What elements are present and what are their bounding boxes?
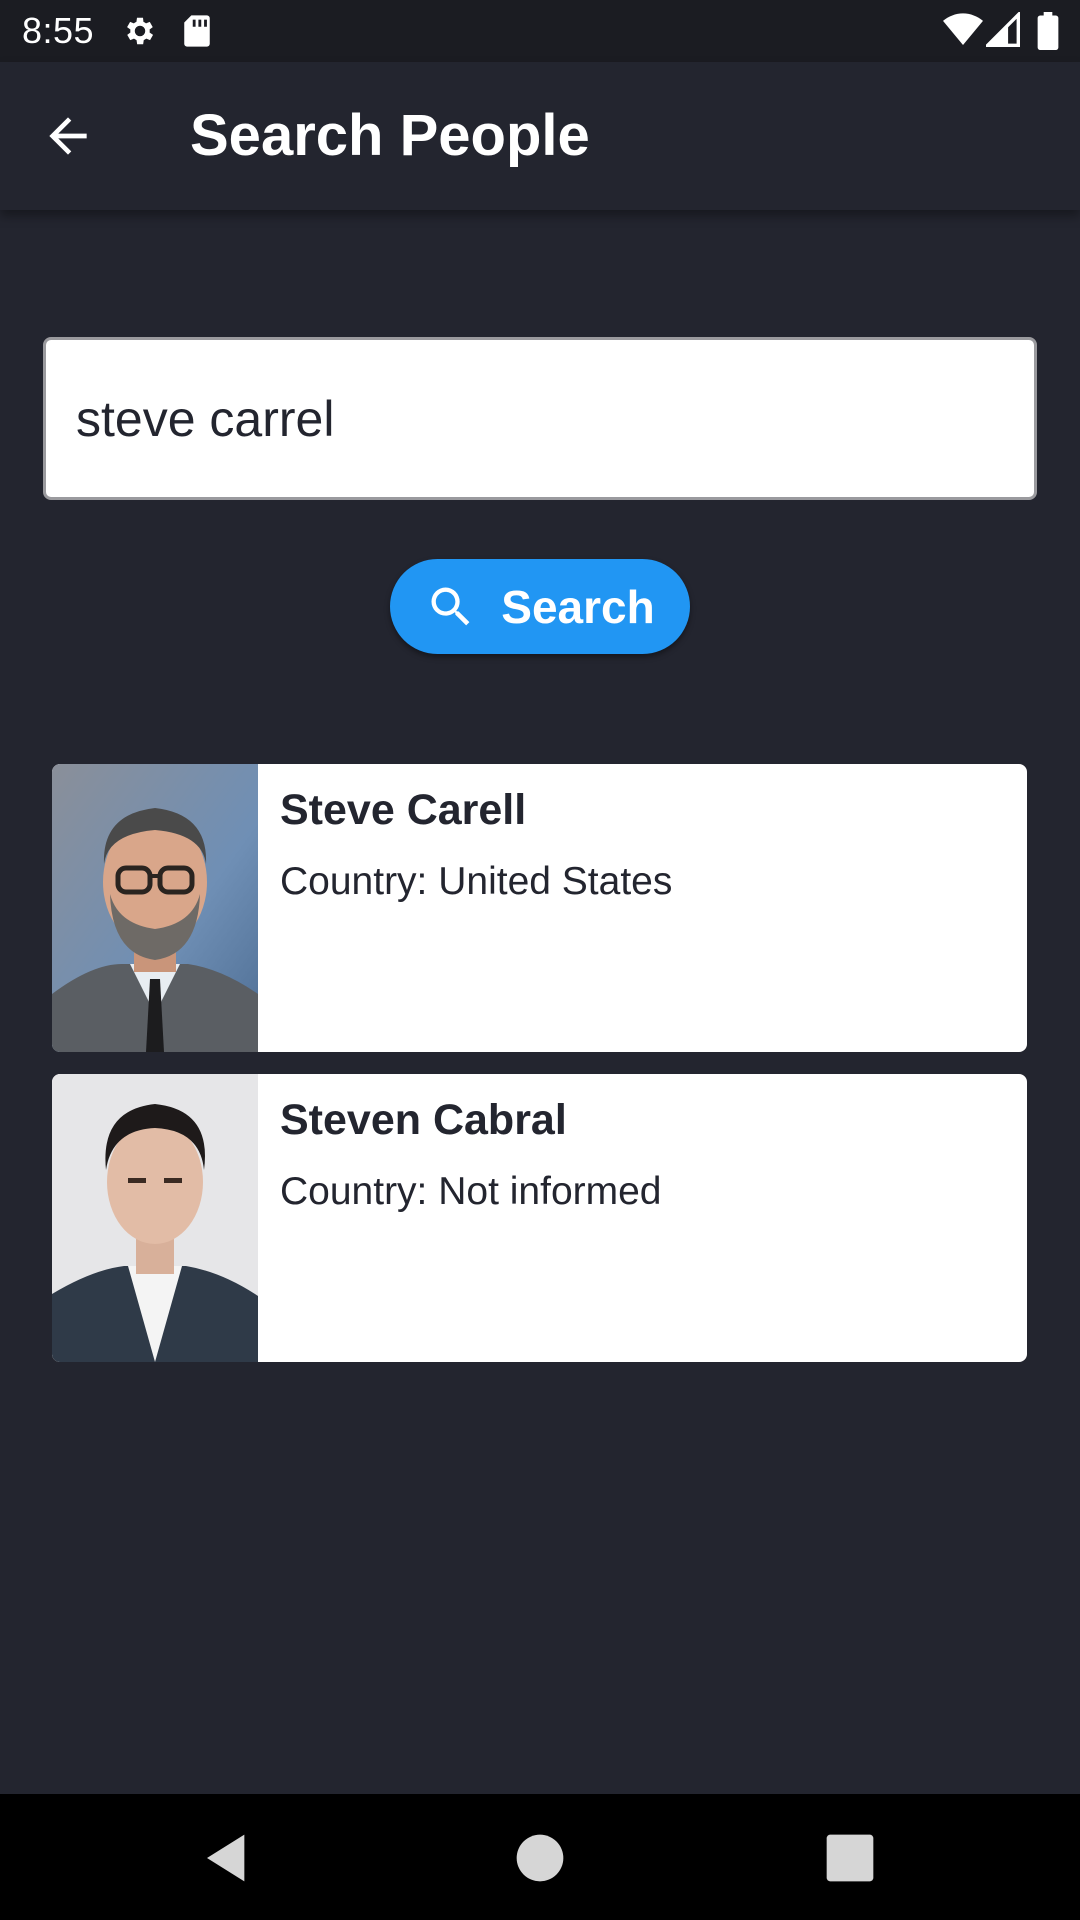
recents-square-icon[interactable]: [822, 1830, 878, 1886]
page-title: Search People: [190, 103, 590, 168]
person-photo: [52, 764, 258, 1052]
status-bar: 8:55: [0, 0, 1080, 62]
search-icon: [431, 587, 470, 625]
arrow-back-icon[interactable]: [40, 108, 96, 164]
result-card[interactable]: Steve Carell Country: United States: [52, 764, 1027, 1052]
status-time: 8:55: [22, 10, 95, 51]
search-button[interactable]: Search: [390, 559, 690, 654]
search-input[interactable]: [43, 337, 1037, 500]
app-bar: Search People: [0, 62, 1080, 210]
person-name: Steven Cabral: [280, 1096, 567, 1144]
sd-card-icon: [184, 15, 210, 47]
system-nav-bar: [0, 1794, 1080, 1920]
person-country: Country: Not informed: [280, 1170, 662, 1213]
signal-icon: [986, 12, 1020, 47]
result-card[interactable]: Steven Cabral Country: Not informed: [52, 1074, 1027, 1362]
person-photo: [52, 1074, 258, 1362]
back-triangle-icon[interactable]: [200, 1830, 256, 1886]
gear-icon: [127, 17, 154, 45]
person-name: Steve Carell: [280, 786, 527, 834]
search-button-label: Search: [501, 580, 655, 633]
screen: 8:55 Search People steve carrel Search S…: [0, 0, 1080, 1920]
wifi-icon: [943, 13, 983, 46]
home-circle-icon[interactable]: [512, 1830, 568, 1886]
battery-icon: [1037, 12, 1059, 50]
person-country: Country: United States: [280, 860, 673, 903]
